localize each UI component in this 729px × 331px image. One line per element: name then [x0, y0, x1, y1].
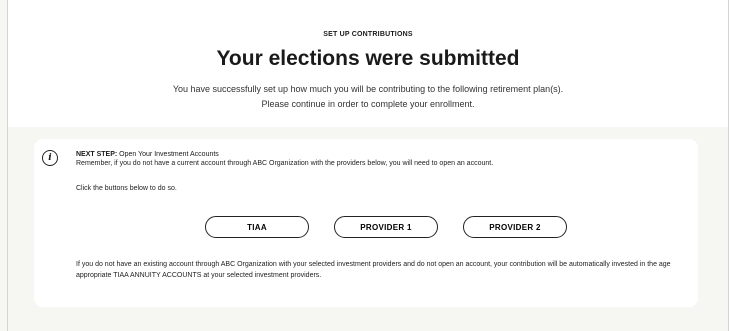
- section-eyebrow: SET UP CONTRIBUTIONS: [323, 31, 413, 38]
- default-investment-note: If you do not have an existing account t…: [76, 261, 671, 279]
- next-step-card: i NEXT STEP: Open Your Investment Accoun…: [34, 139, 698, 307]
- confirmation-message: You have successfully set up how much yo…: [172, 84, 564, 109]
- page-title: Your elections were submitted: [216, 47, 520, 70]
- page-frame: SET UP CONTRIBUTIONS Your elections were…: [7, 0, 729, 331]
- next-step-title: Open Your Investment Accounts: [117, 151, 219, 158]
- provider-2-button[interactable]: PROVIDER 2: [463, 216, 567, 238]
- info-icon: i: [42, 150, 58, 166]
- next-step-label: NEXT STEP:: [76, 151, 118, 158]
- instruction-text: Click the buttons below to do so.: [76, 185, 177, 192]
- provider-1-button[interactable]: PROVIDER 1: [334, 216, 438, 238]
- reminder-text: Remember, if you do not have a current a…: [76, 160, 494, 167]
- confirmation-header: SET UP CONTRIBUTIONS Your elections were…: [8, 0, 728, 127]
- tiaa-button[interactable]: TIAA: [205, 216, 309, 238]
